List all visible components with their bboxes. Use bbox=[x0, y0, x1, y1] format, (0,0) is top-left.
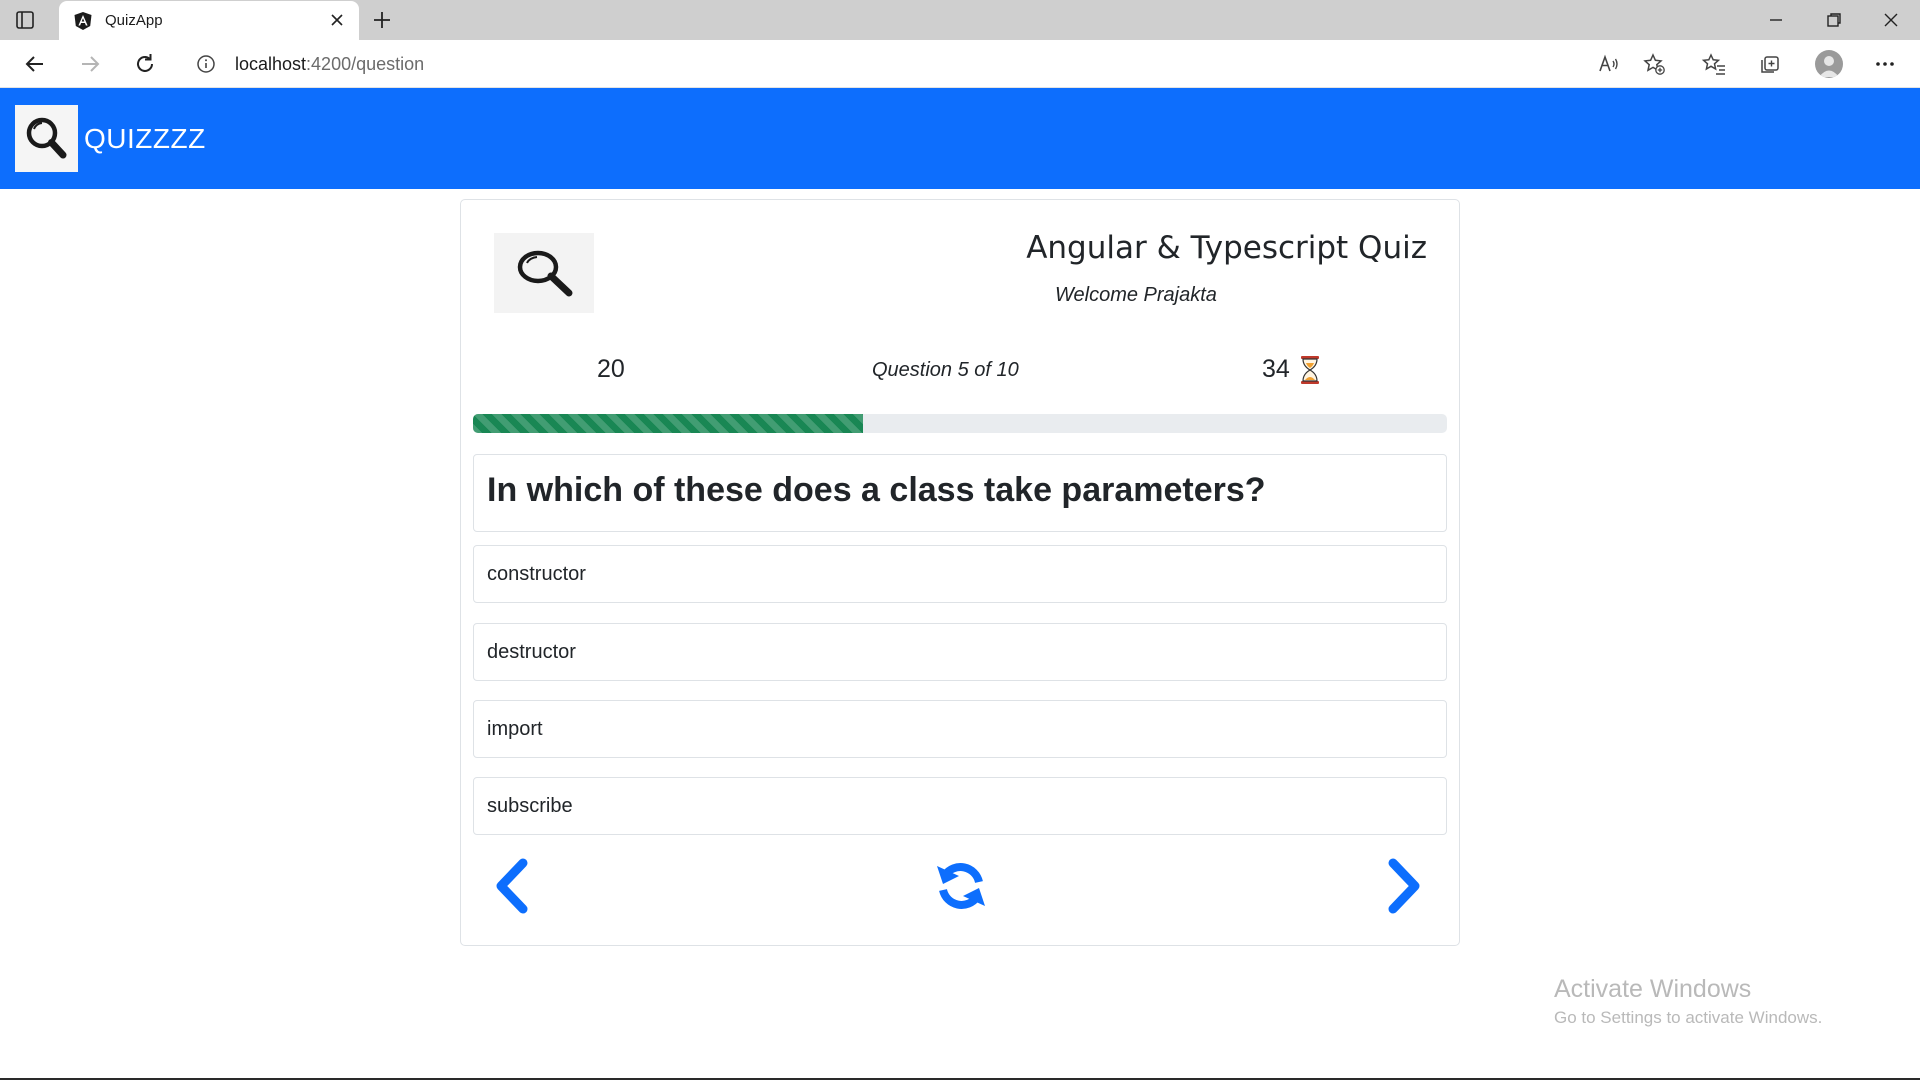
quiz-card: Angular & Typescript Quiz Welcome Prajak… bbox=[460, 199, 1460, 946]
read-aloud-icon[interactable] bbox=[1596, 52, 1620, 76]
refresh-icon[interactable] bbox=[131, 50, 159, 78]
minimize-icon[interactable] bbox=[1764, 8, 1788, 32]
plus-icon[interactable] bbox=[370, 8, 394, 32]
watermark-subtitle: Go to Settings to activate Windows. bbox=[1554, 1008, 1823, 1027]
progress-fill bbox=[473, 414, 863, 433]
option-import[interactable]: import bbox=[473, 700, 1447, 758]
close-window-icon[interactable] bbox=[1879, 8, 1903, 32]
person-icon bbox=[1819, 56, 1839, 77]
info-icon[interactable] bbox=[196, 54, 216, 74]
browser-tab[interactable]: QuizApp bbox=[59, 1, 359, 40]
option-label: constructor bbox=[487, 563, 586, 585]
forward-icon[interactable] bbox=[76, 50, 104, 78]
collections-icon[interactable] bbox=[1756, 50, 1784, 78]
address-bar[interactable]: localhost:4200/question bbox=[180, 44, 1680, 84]
tab-actions-icon[interactable] bbox=[14, 9, 36, 31]
option-label: subscribe bbox=[487, 795, 573, 817]
back-icon[interactable] bbox=[21, 50, 49, 78]
hourglass-icon bbox=[1301, 356, 1319, 384]
navbar-brand[interactable]: QUIZZZZ bbox=[84, 123, 206, 155]
browser-tabstrip: QuizApp bbox=[0, 0, 1920, 40]
option-subscribe[interactable]: subscribe bbox=[473, 777, 1447, 835]
magnifier-icon bbox=[26, 117, 67, 159]
browser-toolbar: localhost:4200/question bbox=[0, 40, 1920, 88]
chevron-left-icon[interactable] bbox=[491, 858, 531, 914]
option-constructor[interactable]: constructor bbox=[473, 545, 1447, 603]
navbar-logo[interactable] bbox=[15, 105, 78, 172]
quiz-title: Angular & Typescript Quiz bbox=[1026, 230, 1427, 266]
favorites-icon[interactable] bbox=[1700, 50, 1728, 78]
question-box: In which of these does a class take para… bbox=[473, 454, 1447, 532]
refresh-icon[interactable] bbox=[933, 858, 989, 914]
app-navbar: QUIZZZZ bbox=[0, 88, 1920, 189]
watermark-title: Activate Windows bbox=[1554, 975, 1752, 1003]
url-text[interactable]: localhost:4200/question bbox=[235, 54, 424, 75]
tab-title: QuizApp bbox=[105, 12, 163, 29]
points-value: 20 bbox=[597, 355, 625, 383]
welcome-text: Welcome Prajakta bbox=[1055, 284, 1217, 306]
url-path: :4200/question bbox=[306, 54, 425, 74]
option-destructor[interactable]: destructor bbox=[473, 623, 1447, 681]
question-text: In which of these does a class take para… bbox=[487, 471, 1266, 509]
profile-avatar[interactable] bbox=[1815, 50, 1843, 78]
restore-icon[interactable] bbox=[1822, 8, 1846, 32]
chevron-right-icon[interactable] bbox=[1385, 858, 1425, 914]
timer-value: 34 bbox=[1262, 355, 1290, 383]
quiz-logo bbox=[494, 233, 594, 313]
question-counter: Question 5 of 10 bbox=[872, 359, 1019, 381]
close-icon[interactable] bbox=[327, 10, 347, 30]
add-favorite-icon[interactable] bbox=[1642, 52, 1666, 76]
angular-favicon bbox=[74, 12, 92, 30]
more-icon[interactable] bbox=[1871, 50, 1899, 78]
option-label: destructor bbox=[487, 641, 576, 663]
url-host: localhost bbox=[235, 54, 307, 74]
progress-bar bbox=[473, 414, 1447, 433]
magnifier-icon bbox=[517, 250, 573, 297]
option-label: import bbox=[487, 718, 543, 740]
